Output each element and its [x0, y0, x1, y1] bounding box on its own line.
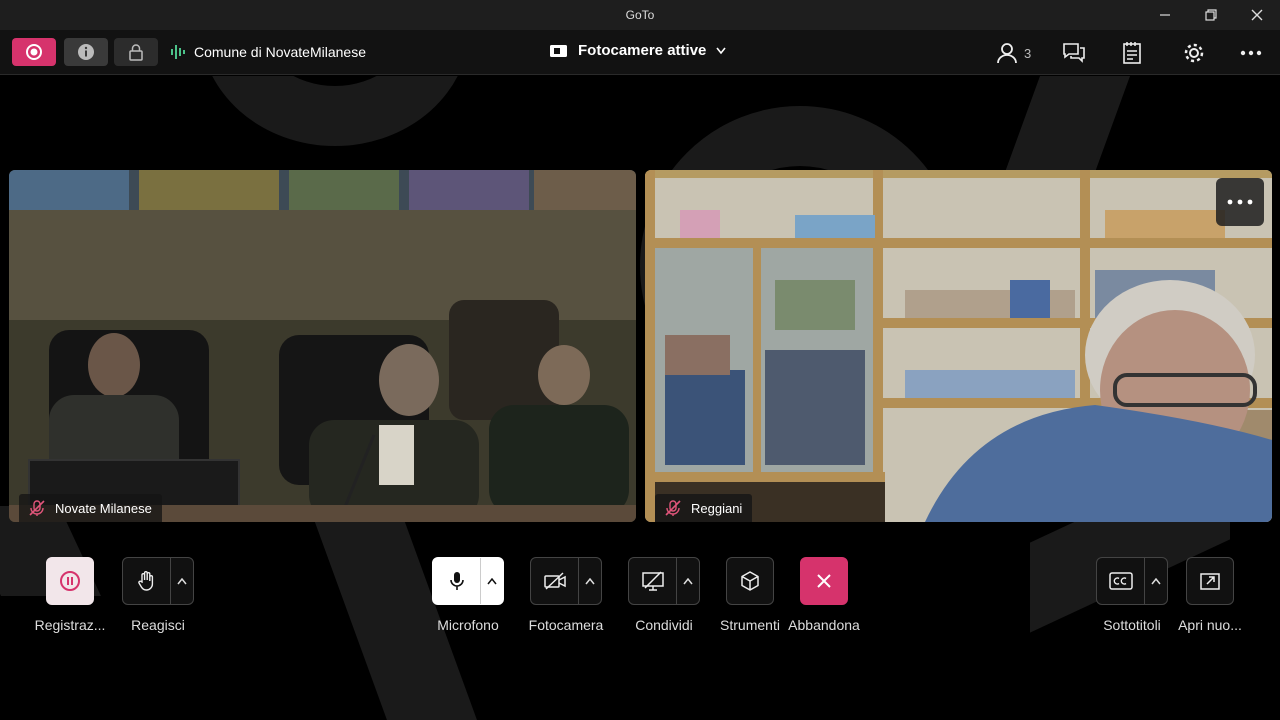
react-label: Reagisci: [131, 617, 185, 633]
chevron-down-icon: [716, 47, 727, 54]
hand-icon: [137, 571, 153, 591]
restore-icon: [1205, 9, 1217, 21]
meeting-toolbar: Comune di NovateMilanese Fotocamere atti…: [0, 30, 1280, 75]
participant-name-bar: Novate Milanese: [19, 494, 162, 522]
share-options-chevron[interactable]: [676, 558, 699, 604]
mic-button[interactable]: [433, 558, 480, 604]
gear-icon: [1184, 43, 1204, 63]
captions-control[interactable]: [1096, 557, 1168, 605]
info-button[interactable]: [64, 38, 108, 66]
captions-button[interactable]: [1097, 558, 1144, 604]
chat-icon: [1063, 43, 1085, 63]
popout-control[interactable]: [1186, 557, 1234, 605]
organizer: Comune di NovateMilanese: [170, 44, 366, 60]
close-icon: [817, 574, 831, 588]
mic-options-chevron[interactable]: [480, 558, 503, 604]
mic-label: Microfono: [437, 617, 499, 633]
participants-button[interactable]: 3: [996, 40, 1031, 66]
video-feed: [645, 170, 1272, 522]
info-icon: [78, 44, 94, 60]
camera-control[interactable]: [530, 557, 602, 605]
participant-count: 3: [1024, 45, 1032, 61]
screen-share-off-icon: [641, 571, 664, 591]
camera-options-chevron[interactable]: [578, 558, 601, 604]
participant-name: Reggiani: [691, 500, 743, 516]
mic-icon: [449, 572, 464, 590]
background-decoration: [200, 76, 470, 146]
video-feed: [9, 170, 636, 522]
recording-control[interactable]: [46, 557, 94, 605]
pause-recording-button[interactable]: [46, 557, 94, 605]
popout-icon: [1200, 573, 1220, 590]
captions-label: Sottotitoli: [1103, 617, 1161, 633]
audio-bars-icon: [171, 45, 185, 59]
leave-button[interactable]: [800, 557, 848, 605]
organizer-name: Comune di NovateMilanese: [194, 44, 366, 60]
tile-more-button[interactable]: [1216, 178, 1264, 226]
settings-button[interactable]: [1182, 40, 1206, 66]
chevron-up-icon: [585, 577, 595, 584]
chevron-up-icon: [683, 577, 693, 584]
chat-button[interactable]: [1062, 40, 1086, 66]
minimize-button[interactable]: [1142, 0, 1188, 30]
close-window-button[interactable]: [1234, 0, 1280, 30]
mic-control[interactable]: [432, 557, 504, 605]
more-icon: [1240, 50, 1262, 56]
cc-icon: [1108, 572, 1133, 590]
chevron-up-icon: [177, 577, 187, 584]
chevron-up-icon: [1151, 577, 1161, 584]
leave-control[interactable]: [800, 557, 848, 605]
camera-off-icon: [543, 572, 566, 590]
record-label: Registraz...: [34, 617, 106, 633]
participant-name-bar: Reggiani: [655, 494, 753, 522]
cube-icon: [741, 571, 759, 591]
leave-label: Abbandona: [788, 617, 860, 633]
mic-muted-icon: [665, 500, 681, 516]
restore-button[interactable]: [1188, 0, 1234, 30]
chevron-up-icon: [487, 577, 497, 584]
camera-view-selector[interactable]: Fotocamere attive: [550, 42, 727, 59]
react-button[interactable]: [123, 558, 170, 604]
title-bar: GoTo: [0, 0, 1280, 30]
close-window-icon: [1251, 9, 1263, 21]
video-tile[interactable]: Novate Milanese: [9, 170, 636, 522]
react-options-chevron[interactable]: [170, 558, 193, 604]
minimize-icon: [1160, 14, 1170, 16]
camera-label: Fotocamera: [528, 617, 604, 633]
notes-button[interactable]: [1122, 40, 1144, 66]
video-tile[interactable]: Reggiani: [645, 170, 1272, 522]
people-icon: [997, 43, 1017, 64]
popout-label: Apri nuo...: [1178, 617, 1242, 633]
lock-button[interactable]: [114, 38, 158, 66]
share-button[interactable]: [629, 558, 676, 604]
share-control[interactable]: [628, 557, 700, 605]
record-icon: [26, 44, 42, 60]
more-options-button[interactable]: [1240, 40, 1262, 66]
react-control[interactable]: [122, 557, 194, 605]
lock-icon: [129, 44, 143, 61]
share-label: Condividi: [635, 617, 693, 633]
window-title: GoTo: [625, 8, 655, 22]
tools-control[interactable]: [726, 557, 774, 605]
pause-icon: [60, 571, 80, 591]
camera-icon: [550, 44, 567, 57]
mic-muted-icon: [29, 500, 45, 516]
recording-status-button[interactable]: [12, 38, 56, 66]
camera-view-label: Fotocamere attive: [578, 42, 707, 59]
participant-name: Novate Milanese: [55, 500, 152, 516]
tools-label: Strumenti: [720, 617, 780, 633]
popout-button[interactable]: [1186, 557, 1234, 605]
more-icon: [1227, 199, 1253, 205]
camera-button[interactable]: [531, 558, 578, 604]
tools-button[interactable]: [726, 557, 774, 605]
captions-options-chevron[interactable]: [1144, 558, 1167, 604]
notes-icon: [1123, 42, 1141, 64]
